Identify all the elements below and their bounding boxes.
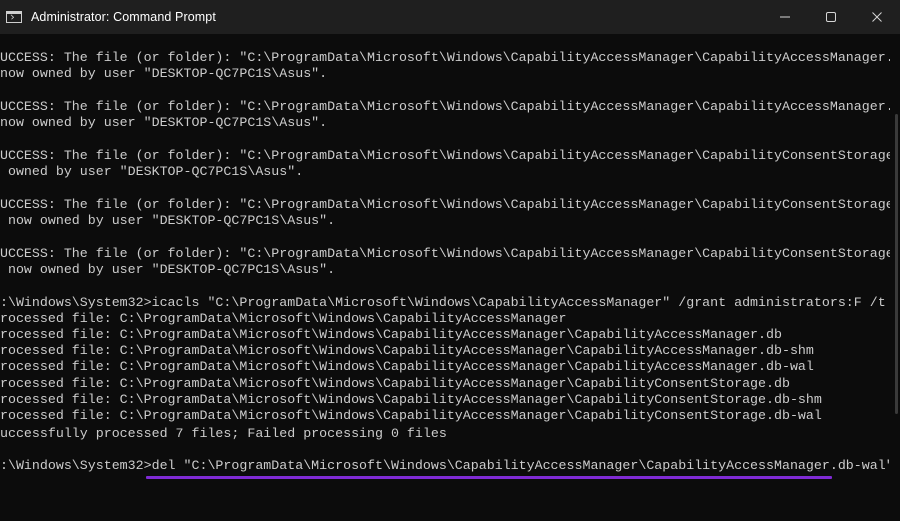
console-line: C:\Windows\System32>icacls "C:\ProgramDa… — [0, 295, 886, 310]
console-line: Successfully processed 7 files; Failed p… — [0, 426, 447, 441]
window-title: Administrator: Command Prompt — [31, 10, 216, 24]
console-command-line: C:\Windows\System32>del "C:\ProgramData\… — [0, 458, 894, 473]
close-button[interactable] — [854, 0, 900, 34]
console-line: processed file: C:\ProgramData\Microsoft… — [0, 311, 567, 326]
maximize-icon — [826, 12, 836, 22]
console-line: processed file: C:\ProgramData\Microsoft… — [0, 359, 814, 374]
command-prompt-window: Administrator: Command Prompt SUCCESS: T… — [0, 0, 900, 521]
console-line: now owned by user "DESKTOP-QC7PC1S\Asus"… — [0, 115, 328, 130]
console-output[interactable]: SUCCESS: The file (or folder): "C:\Progr… — [0, 34, 900, 521]
console-line: processed file: C:\ProgramData\Microsoft… — [0, 392, 822, 407]
command-prompt-icon — [6, 11, 22, 23]
scrollbar-thumb[interactable] — [895, 114, 898, 414]
console-line: processed file: C:\ProgramData\Microsoft… — [0, 327, 782, 342]
console-line: SUCCESS: The file (or folder): "C:\Progr… — [0, 99, 900, 114]
console-line: SUCCESS: The file (or folder): "C:\Progr… — [0, 50, 900, 65]
console-line: " now owned by user "DESKTOP-QC7PC1S\Asu… — [0, 213, 336, 228]
minimize-button[interactable] — [762, 0, 808, 34]
window-controls — [762, 0, 900, 34]
maximize-button[interactable] — [808, 0, 854, 34]
console-line: w owned by user "DESKTOP-QC7PC1S\Asus". — [0, 164, 304, 179]
console-line: processed file: C:\ProgramData\Microsoft… — [0, 376, 790, 391]
console-line: " now owned by user "DESKTOP-QC7PC1S\Asu… — [0, 262, 336, 277]
close-icon — [872, 12, 882, 22]
console-line: SUCCESS: The file (or folder): "C:\Progr… — [0, 148, 900, 163]
console-line: processed file: C:\ProgramData\Microsoft… — [0, 408, 822, 423]
console-line: now owned by user "DESKTOP-QC7PC1S\Asus"… — [0, 66, 328, 81]
console-line: SUCCESS: The file (or folder): "C:\Progr… — [0, 197, 900, 212]
console-line: SUCCESS: The file (or folder): "C:\Progr… — [0, 246, 900, 261]
console-line: processed file: C:\ProgramData\Microsoft… — [0, 343, 814, 358]
title-bar[interactable]: Administrator: Command Prompt — [0, 0, 900, 34]
scrollbar[interactable] — [890, 34, 900, 521]
highlight-underline — [146, 476, 832, 479]
minimize-icon — [780, 16, 790, 18]
